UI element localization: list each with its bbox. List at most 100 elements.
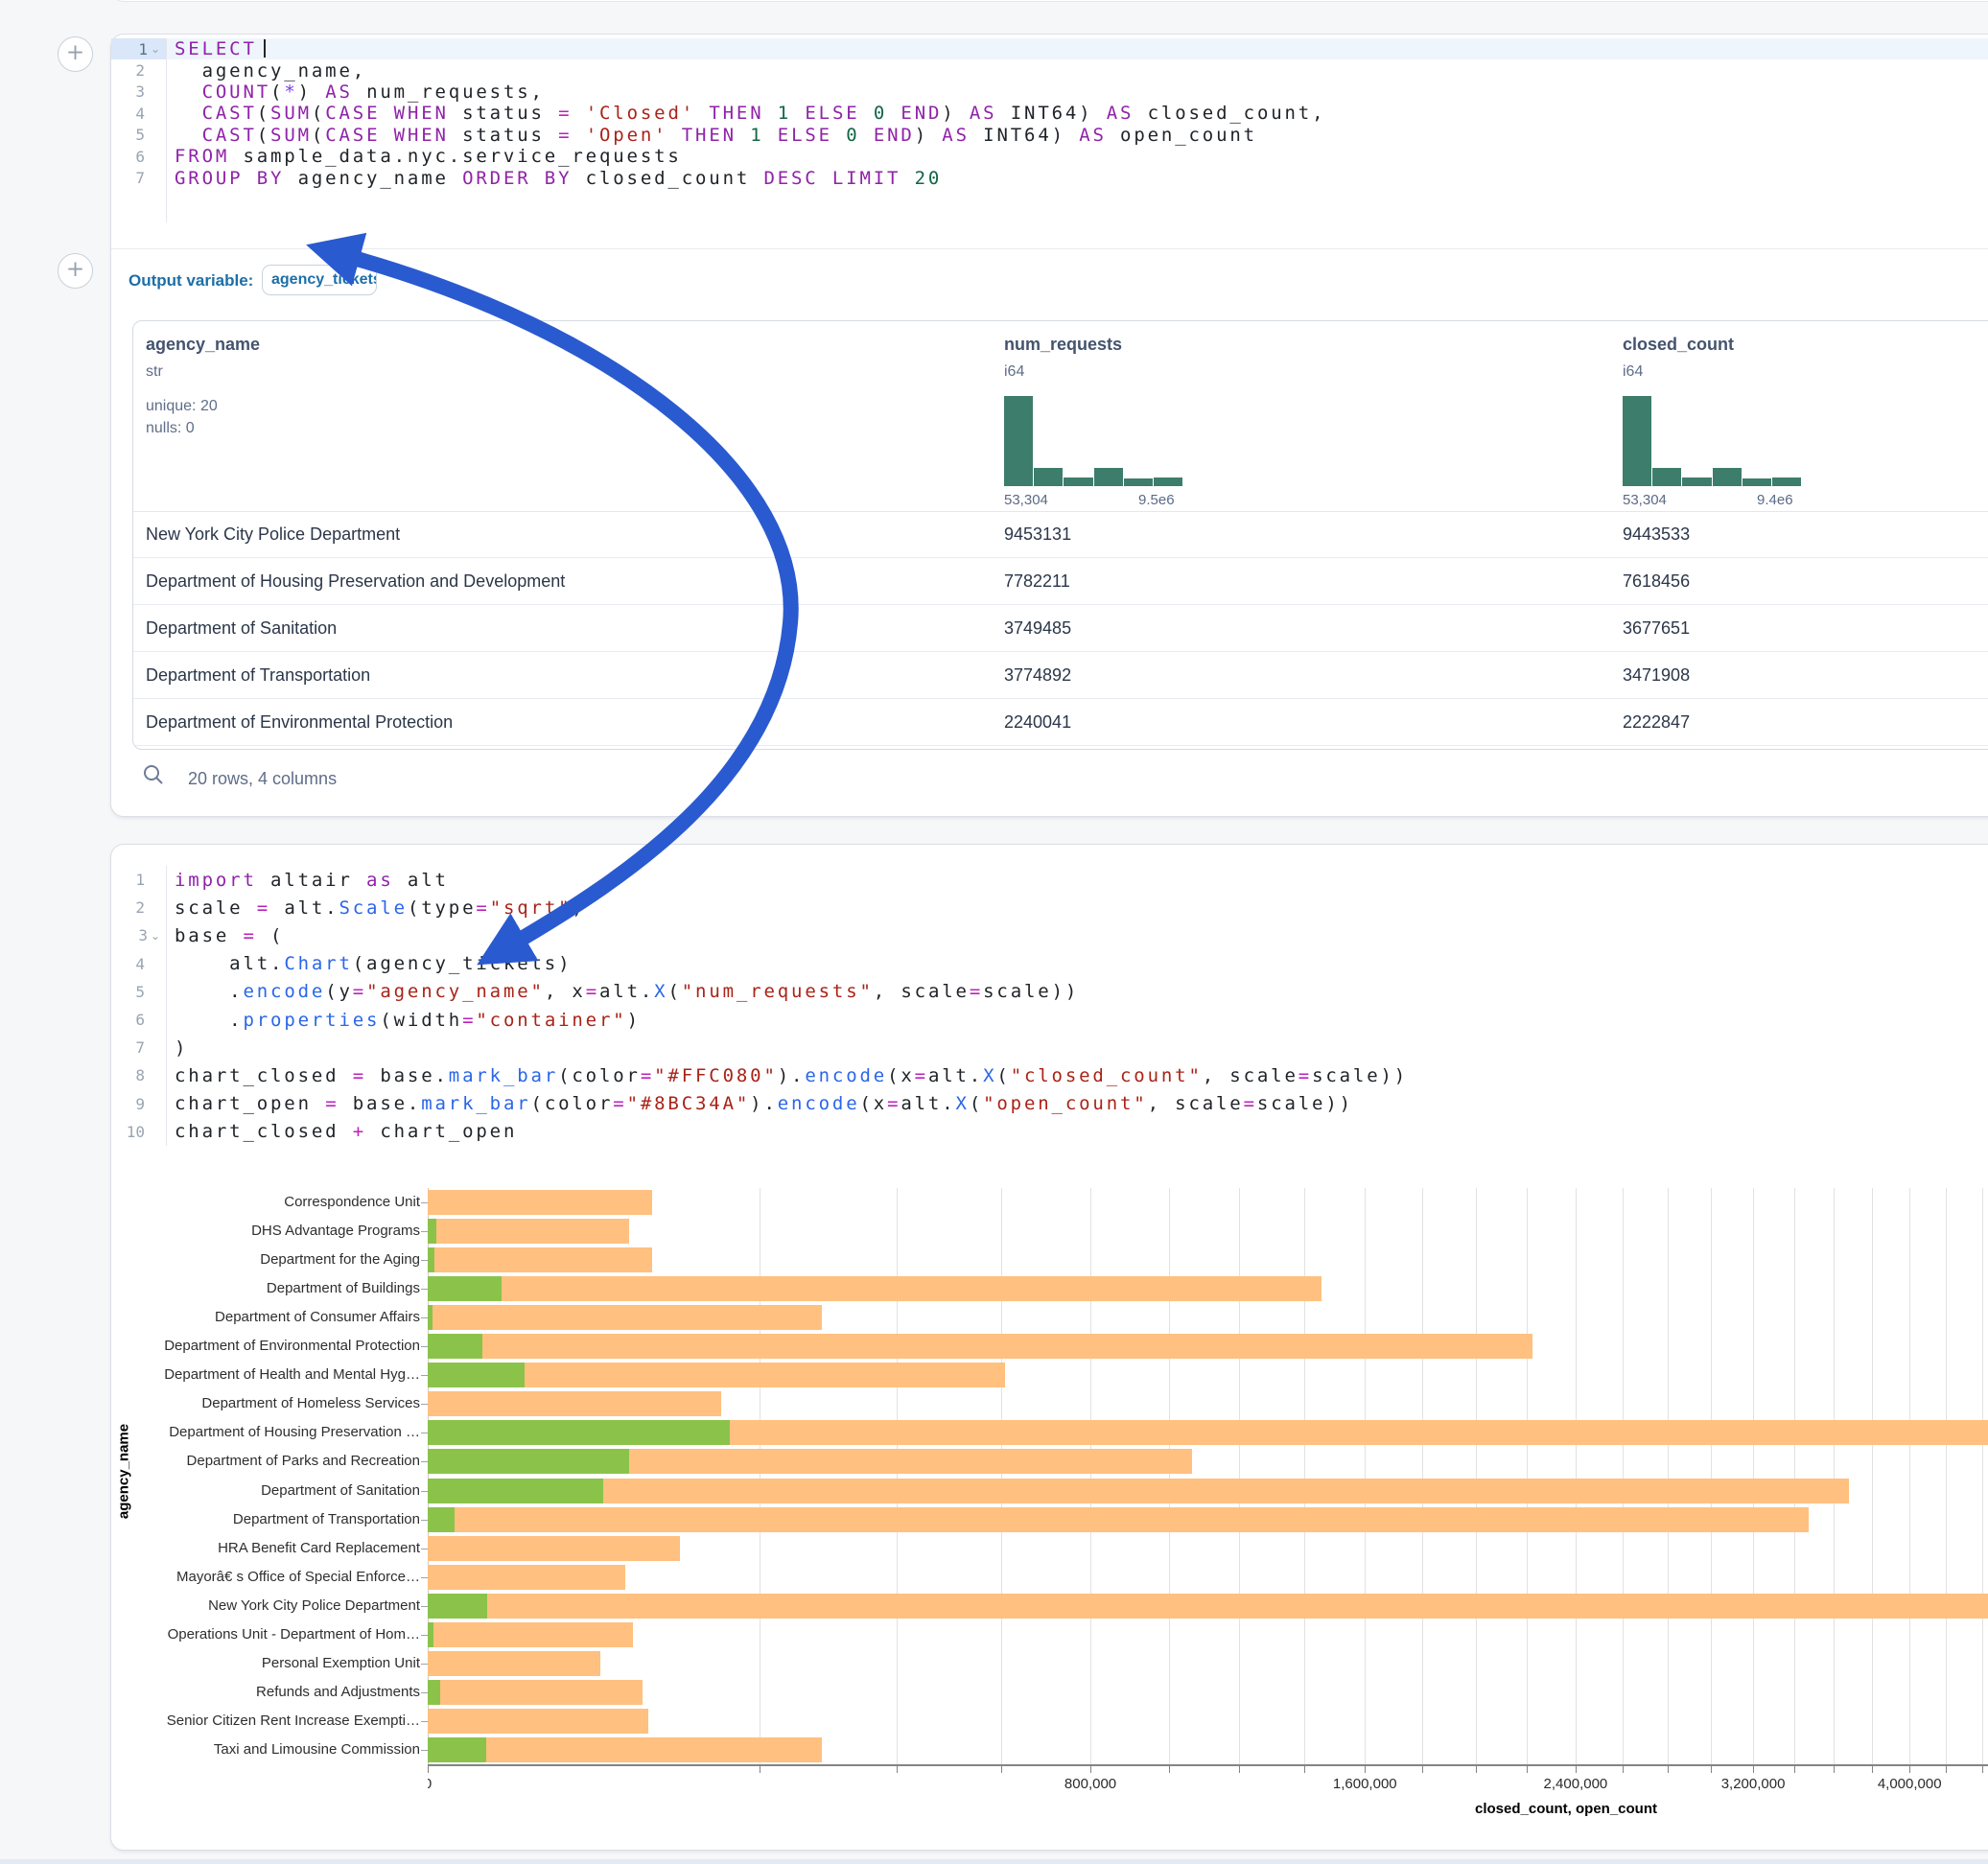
code-line[interactable]: 5 CAST(SUM(CASE WHEN status = 'Open' THE… xyxy=(111,125,1988,146)
x-axis-tick xyxy=(1946,1766,1947,1773)
code-line[interactable]: 10chart_closed + chart_open xyxy=(111,1118,1988,1146)
code-line[interactable]: 5 .encode(y="agency_name", x=alt.X("num_… xyxy=(111,978,1988,1006)
y-axis-tick xyxy=(421,1375,428,1376)
bar-open-count xyxy=(428,1305,433,1330)
y-axis-tick xyxy=(421,1692,428,1693)
x-axis-tick xyxy=(1169,1766,1170,1773)
fold-chevron-icon[interactable]: ⌄ xyxy=(151,42,160,56)
x-axis-tick-label: 3,200,000 xyxy=(1721,1776,1786,1792)
code-line[interactable]: 2 agency_name, xyxy=(111,59,1988,81)
grid-line xyxy=(897,1188,898,1764)
y-axis-label: Department of Sanitation xyxy=(111,1482,420,1499)
table-cell: Department of Housing Preservation and D… xyxy=(146,571,565,592)
column-type: str xyxy=(146,363,163,381)
grid-line xyxy=(1982,1188,1983,1764)
code-line[interactable]: 3⌄base = ( xyxy=(111,921,1988,949)
line-number: 7 xyxy=(135,1038,145,1057)
bar-closed-count xyxy=(428,1247,652,1272)
code-line[interactable]: 7GROUP BY agency_name ORDER BY closed_co… xyxy=(111,167,1988,188)
hist-bar xyxy=(1682,478,1711,486)
code-text: SELECT xyxy=(166,38,266,59)
x-axis-tick-label: 0 xyxy=(428,1776,432,1792)
column-stat-unique: unique: 20 xyxy=(146,398,218,415)
bar-open-count xyxy=(428,1334,482,1359)
code-line[interactable]: 3 COUNT(*) AS num_requests, xyxy=(111,82,1988,103)
previous-cell-edge xyxy=(110,0,1988,2)
python-cell-card: 1import altair as alt2scale = alt.Scale(… xyxy=(110,844,1988,1851)
python-code-editor[interactable]: 1import altair as alt2scale = alt.Scale(… xyxy=(111,866,1988,1146)
grid-line xyxy=(1623,1188,1624,1764)
code-line[interactable]: 4 CAST(SUM(CASE WHEN status = 'Closed' T… xyxy=(111,103,1988,124)
x-axis-tick-label: 800,000 xyxy=(1064,1776,1116,1792)
chart-plot-area xyxy=(428,1188,1988,1764)
bar-closed-count xyxy=(428,1391,721,1416)
y-axis-label: Department of Health and Mental Hyg… xyxy=(111,1366,420,1383)
y-axis-tick xyxy=(421,1721,428,1722)
y-axis-label: Department of Environmental Protection xyxy=(111,1338,420,1354)
code-line[interactable]: 8chart_closed = base.mark_bar(color="#FF… xyxy=(111,1061,1988,1089)
x-axis-title: closed_count, open_count xyxy=(1475,1801,1657,1817)
add-cell-button[interactable]: + xyxy=(58,253,93,289)
x-axis-tick xyxy=(1982,1766,1983,1773)
line-number: 6 xyxy=(135,148,145,166)
table-cell: Department of Environmental Protection xyxy=(146,712,453,733)
table-row: Department of Environmental Protection 22… xyxy=(133,699,1988,746)
output-variable-pill[interactable]: agency_tickets xyxy=(262,265,377,295)
line-number: 2 xyxy=(135,61,145,80)
table-cell: New York City Police Department xyxy=(146,524,400,545)
hist-bar xyxy=(1772,478,1801,486)
code-text: .encode(y="agency_name", x=alt.X("num_re… xyxy=(166,981,1079,1002)
cell-divider xyxy=(111,248,1988,249)
table-row: Department of Transportation377489234719… xyxy=(133,652,1988,699)
bar-open-count xyxy=(428,1219,436,1244)
column-name: closed_count xyxy=(1623,335,1734,355)
row-column-count: 20 rows, 4 columns xyxy=(188,769,337,789)
x-axis-tick xyxy=(1304,1766,1305,1773)
code-line[interactable]: 1import altair as alt xyxy=(111,866,1988,894)
code-text: ) xyxy=(166,1037,188,1059)
code-text: CAST(SUM(CASE WHEN status = 'Open' THEN … xyxy=(166,125,1257,146)
hist-bar xyxy=(1623,396,1651,486)
code-line[interactable]: 6 .properties(width="container") xyxy=(111,1006,1988,1034)
search-icon[interactable] xyxy=(142,763,165,786)
code-line[interactable]: 7) xyxy=(111,1034,1988,1061)
x-axis-tick xyxy=(1711,1766,1712,1773)
fold-chevron-icon[interactable]: ⌄ xyxy=(151,929,160,943)
y-axis-tick xyxy=(421,1461,428,1462)
bar-open-count xyxy=(428,1420,730,1445)
grid-line xyxy=(1909,1188,1910,1764)
y-axis-domain-line xyxy=(428,1188,429,1764)
sql-code-editor[interactable]: 1⌄SELECT2 agency_name,3 COUNT(*) AS num_… xyxy=(111,38,1988,189)
output-variable-label: Output variable: xyxy=(129,271,253,291)
code-text: CAST(SUM(CASE WHEN status = 'Closed' THE… xyxy=(166,103,1325,124)
y-axis-label: Department for the Aging xyxy=(111,1251,420,1268)
add-cell-button[interactable]: + xyxy=(58,36,93,72)
line-number: 6 xyxy=(135,1011,145,1029)
bar-closed-count xyxy=(428,1479,1849,1503)
code-line[interactable]: 6FROM sample_data.nyc.service_requests xyxy=(111,146,1988,167)
bar-open-count xyxy=(428,1479,603,1503)
histogram xyxy=(1623,396,1801,486)
code-line[interactable]: 1⌄SELECT xyxy=(111,38,1988,59)
bar-closed-count xyxy=(428,1622,633,1647)
code-text: agency_name, xyxy=(166,60,366,82)
grid-line xyxy=(1711,1188,1712,1764)
line-number: 7 xyxy=(135,169,145,187)
code-text: import altair as alt xyxy=(166,870,449,891)
table-cell: 2240041 xyxy=(1004,712,1071,733)
x-axis-tick xyxy=(1527,1766,1528,1773)
code-text: chart_open = base.mark_bar(color="#8BC34… xyxy=(166,1093,1353,1114)
code-line[interactable]: 9chart_open = base.mark_bar(color="#8BC3… xyxy=(111,1090,1988,1118)
y-axis-label: Operations Unit - Department of Hom… xyxy=(111,1626,420,1643)
y-axis-label: DHS Advantage Programs xyxy=(111,1223,420,1239)
line-number: 4 xyxy=(135,955,145,973)
code-line[interactable]: 4 alt.Chart(agency_tickets) xyxy=(111,950,1988,978)
y-axis-label: Personal Exemption Unit xyxy=(111,1655,420,1671)
grid-line xyxy=(1090,1188,1091,1764)
bar-closed-count xyxy=(428,1190,652,1215)
bar-closed-count xyxy=(428,1565,625,1590)
table-cell: Department of Sanitation xyxy=(146,618,337,639)
code-line[interactable]: 2scale = alt.Scale(type="sqrt") xyxy=(111,894,1988,921)
x-axis-tick xyxy=(897,1766,898,1773)
grid-line xyxy=(1169,1188,1170,1764)
